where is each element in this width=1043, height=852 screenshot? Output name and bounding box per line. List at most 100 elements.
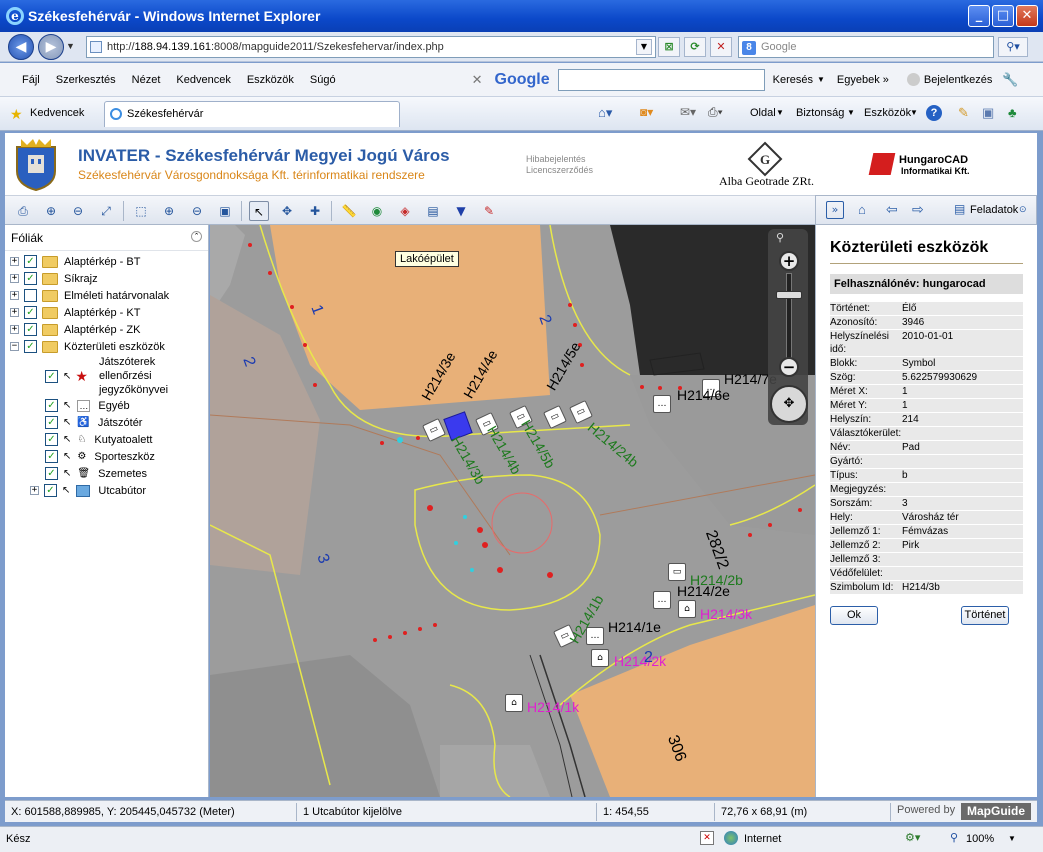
layer-row[interactable]: + ✓ Síkrajz: [10, 270, 98, 287]
menu-file[interactable]: Fájl: [14, 74, 48, 86]
zoom-plus-icon[interactable]: +: [779, 251, 799, 271]
protected-mode-icon[interactable]: ⚙▾: [905, 831, 920, 844]
zoom-minus-icon[interactable]: −: [779, 357, 799, 377]
layer-checkbox[interactable]: ✓: [24, 306, 37, 319]
playground-poi-icon[interactable]: ⌂: [678, 600, 696, 618]
layer-row[interactable]: + ✓ Alaptérkép - BT: [10, 253, 140, 270]
layer-row[interactable]: − ✓ Közterületi eszközök: [10, 338, 165, 355]
collapse-legend-icon[interactable]: ⌃: [191, 231, 202, 242]
license-link[interactable]: Licencszerződés: [526, 165, 593, 175]
sublayer-row[interactable]: ✓ ↖ ♿ Játszótér: [45, 414, 142, 431]
menu-favorites[interactable]: Kedvencek: [168, 74, 238, 86]
pan-icon[interactable]: ✥: [277, 201, 297, 221]
menu-view[interactable]: Nézet: [124, 74, 169, 86]
tasks-dropdown-icon[interactable]: ⊙: [1019, 204, 1027, 215]
search-go-icon[interactable]: ⚲▾: [998, 37, 1028, 57]
help-icon[interactable]: ?: [926, 105, 942, 121]
sublayer-row[interactable]: ✓ ↖ ⚙ Sporteszköz: [45, 448, 155, 465]
minimize-button[interactable]: _: [968, 5, 990, 27]
task-forward-icon[interactable]: ⇨: [912, 201, 924, 218]
layer-row[interactable]: + Elméleti határvonalak: [10, 287, 169, 304]
layer-checkbox[interactable]: ✓: [45, 370, 58, 383]
playground-poi-icon[interactable]: ⌂: [591, 649, 609, 667]
maximize-button[interactable]: □: [992, 5, 1014, 27]
compat-view-icon[interactable]: ⊠: [658, 37, 680, 57]
bench-icon[interactable]: ▭: [668, 563, 686, 581]
wrench-icon[interactable]: 🔧: [1002, 72, 1018, 88]
layer-checkbox[interactable]: ✓: [45, 416, 58, 429]
zoom-selection-icon[interactable]: ▣: [215, 201, 235, 221]
zoom-extents-icon[interactable]: ⤢: [96, 201, 116, 221]
select-radius-icon[interactable]: ✚: [305, 201, 325, 221]
security-menu[interactable]: Biztonság: [796, 107, 844, 119]
filter-icon[interactable]: ▼: [451, 201, 471, 221]
close-toolbar-icon[interactable]: ✕: [472, 72, 483, 88]
layer-checkbox[interactable]: [24, 289, 37, 302]
history-button[interactable]: Történet: [961, 606, 1009, 625]
back-button[interactable]: ◀: [8, 34, 34, 60]
tasks-menu[interactable]: Feladatok: [970, 204, 1018, 216]
search-map-icon[interactable]: ◉: [367, 201, 387, 221]
buffer-icon[interactable]: ◈: [395, 201, 415, 221]
task-back-icon[interactable]: ⇦: [886, 201, 898, 218]
layer-checkbox[interactable]: ✓: [24, 255, 37, 268]
google-toolbar-search-input[interactable]: [557, 68, 765, 91]
layer-checkbox[interactable]: ✓: [24, 340, 37, 353]
layer-checkbox[interactable]: ✓: [45, 433, 58, 446]
expand-icon[interactable]: +: [10, 274, 19, 283]
close-window-button[interactable]: ✕: [1016, 5, 1038, 27]
expand-icon[interactable]: +: [30, 486, 39, 495]
zoom-track[interactable]: [786, 273, 792, 361]
playground-poi-icon[interactable]: ⌂: [505, 694, 523, 712]
zoom-in-fixed-icon[interactable]: ⊕: [159, 201, 179, 221]
layer-row[interactable]: + ✓ Alaptérkép - ZK: [10, 321, 140, 338]
ok-button[interactable]: Ok: [830, 606, 878, 625]
other-poi-icon[interactable]: …: [653, 395, 671, 413]
layer-checkbox[interactable]: ✓: [45, 399, 58, 412]
pencil-icon[interactable]: ✎: [479, 201, 499, 221]
menu-tools[interactable]: Eszközök: [239, 74, 302, 86]
sublayer-row[interactable]: ✓ ↖ ★: [45, 368, 94, 385]
feeds-icon[interactable]: ◙▾: [640, 105, 653, 119]
search-dropdown-icon[interactable]: ▼: [817, 75, 825, 84]
layer-checkbox[interactable]: ✓: [44, 484, 57, 497]
expand-icon[interactable]: +: [10, 291, 19, 300]
history-dropdown-icon[interactable]: ▼: [66, 41, 75, 51]
research-icon[interactable]: ✎: [958, 105, 969, 121]
task-home-icon[interactable]: ⌂: [858, 202, 866, 217]
layer-checkbox[interactable]: ✓: [45, 450, 58, 463]
favorites-button[interactable]: Kedvencek: [30, 107, 84, 119]
zoom-out-icon[interactable]: ⊖: [68, 201, 88, 221]
page-menu[interactable]: Oldal: [750, 107, 776, 119]
messenger-icon[interactable]: ♣: [1008, 105, 1017, 120]
pan-control-icon[interactable]: ✥: [770, 385, 808, 423]
menu-help[interactable]: Súgó: [302, 74, 344, 86]
redline-icon[interactable]: ▤: [423, 201, 443, 221]
select-icon[interactable]: ↖: [249, 201, 269, 221]
print-icon[interactable]: ⎙▾: [708, 105, 723, 120]
layer-checkbox[interactable]: ✓: [24, 272, 37, 285]
url-input[interactable]: http://188.94.139.161:8008/mapguide2011/…: [86, 36, 656, 58]
sublayer-row[interactable]: + ✓ ↖ Utcabútor: [30, 482, 146, 499]
collapse-icon[interactable]: −: [10, 342, 19, 351]
bug-report-link[interactable]: Hibabejelentés: [526, 154, 586, 164]
forward-button[interactable]: ▶: [38, 34, 64, 60]
zoom-level[interactable]: 100%: [966, 833, 994, 845]
other-poi-icon[interactable]: …: [653, 591, 671, 609]
mail-icon[interactable]: ✉▾: [680, 105, 696, 119]
zoom-in-icon[interactable]: ⊕: [41, 201, 61, 221]
refresh-icon[interactable]: ⟳: [684, 37, 706, 57]
measure-icon[interactable]: 📏: [339, 201, 359, 221]
zoom-search-icon[interactable]: ⚲: [776, 231, 784, 244]
layer-checkbox[interactable]: ✓: [24, 323, 37, 336]
layer-row[interactable]: + ✓ Alaptérkép - KT: [10, 304, 140, 321]
zoom-dropdown-icon[interactable]: ▼: [1008, 834, 1016, 843]
collapse-task-icon[interactable]: »: [826, 201, 844, 219]
map-view[interactable]: ▭ ▭ ▭ ▭ ▭ … … ▭ … ⌂ ▭ … ⌂ ⌂ H214/3e H214…: [210, 225, 815, 797]
google-search-button[interactable]: Keresés: [773, 74, 813, 86]
tab-szekesfehervar[interactable]: Székesfehérvár: [104, 101, 400, 127]
sublayer-row[interactable]: ✓ ↖ 🗑 Szemetes: [45, 465, 147, 482]
addon-icon[interactable]: ▣: [982, 105, 994, 121]
zoom-rect-icon[interactable]: ⬚: [131, 201, 151, 221]
tools-menu[interactable]: Eszközök: [864, 107, 911, 119]
